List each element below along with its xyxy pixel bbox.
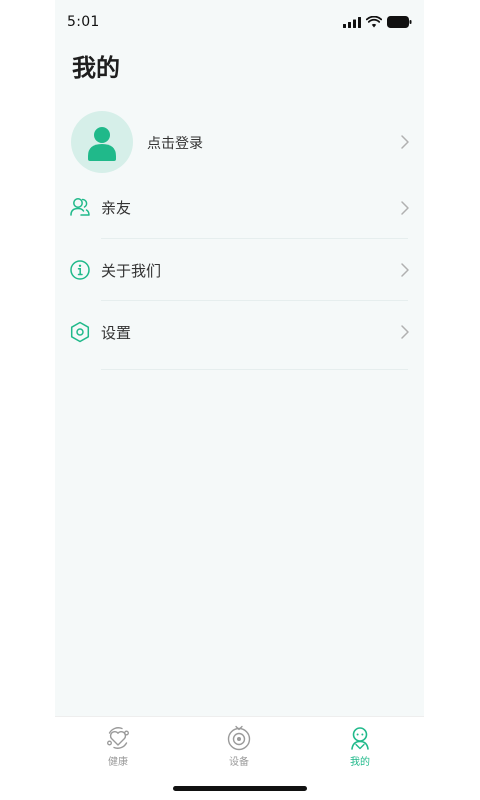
home-indicator[interactable]: [173, 786, 307, 791]
phone-screen: 5:01 我的 点击登录 亲友 关于我们 设置 健康 设备 我的: [55, 0, 424, 800]
menu-item-label: 设置: [101, 324, 132, 342]
tab-label: 健康: [108, 757, 128, 768]
chevron-right-icon: [401, 263, 409, 277]
menu-item-label: 关于我们: [101, 262, 162, 280]
tab-profile[interactable]: 我的: [320, 725, 400, 775]
login-label[interactable]: 点击登录: [147, 133, 203, 153]
login-row[interactable]: 点击登录: [55, 104, 424, 180]
user-avatar-icon: [88, 127, 116, 161]
battery-icon: [387, 16, 412, 28]
profile-icon: [351, 727, 369, 750]
status-bar: 5:01: [55, 0, 424, 44]
status-time: 5:01: [67, 14, 100, 30]
info-icon: [70, 260, 90, 280]
divider: [101, 300, 408, 301]
divider: [101, 238, 408, 239]
tab-label: 我的: [350, 757, 370, 768]
chevron-right-icon: [401, 135, 409, 149]
wifi-icon: [366, 16, 382, 28]
chevron-right-icon: [401, 201, 409, 215]
avatar[interactable]: [71, 111, 133, 173]
menu-item-about[interactable]: 关于我们: [55, 240, 424, 300]
menu-item-friends[interactable]: 亲友: [55, 178, 424, 238]
menu-item-settings[interactable]: 设置: [55, 302, 424, 362]
divider: [101, 369, 408, 370]
friends-icon: [70, 198, 90, 216]
status-icons: [343, 16, 412, 28]
tab-device[interactable]: 设备: [199, 725, 279, 775]
cellular-signal-icon: [343, 16, 361, 28]
device-icon: [227, 725, 251, 751]
menu-item-label: 亲友: [101, 199, 132, 217]
chevron-right-icon: [401, 325, 409, 339]
page-title: 我的: [72, 54, 120, 82]
tab-label: 设备: [229, 757, 249, 768]
health-heart-icon: [107, 727, 129, 749]
settings-hexagon-icon: [70, 321, 90, 343]
tab-health[interactable]: 健康: [78, 725, 158, 775]
